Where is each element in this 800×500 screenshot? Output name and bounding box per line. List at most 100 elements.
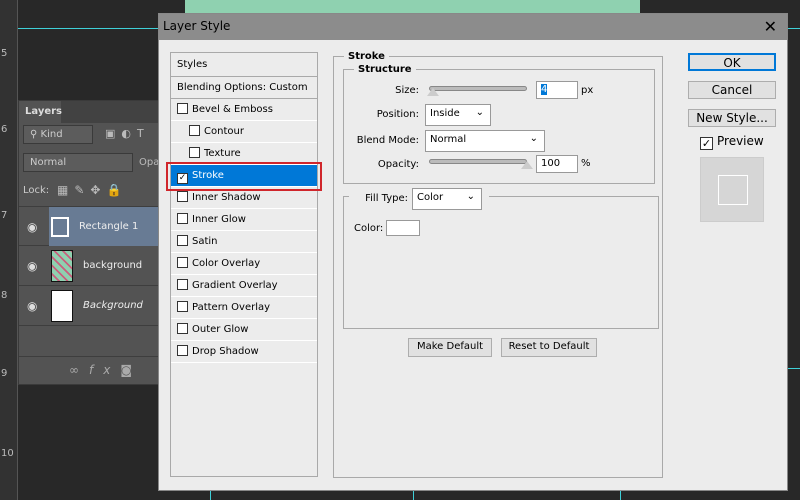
preview-label: Preview xyxy=(717,134,764,148)
filter-kind-select[interactable]: ⚲ Kind xyxy=(23,125,93,144)
effect-label: Inner Glow xyxy=(192,214,246,225)
effect-label: Color Overlay xyxy=(192,258,261,269)
kind-label: Kind xyxy=(40,129,63,140)
chevron-down-icon: ⌄ xyxy=(529,133,538,144)
ok-button[interactable]: OK xyxy=(688,53,776,71)
size-slider[interactable] xyxy=(429,86,527,91)
fill-type-select[interactable]: Color ⌄ xyxy=(412,188,482,210)
opacity-slider-handle[interactable] xyxy=(521,161,533,169)
blend-mode-select[interactable]: Normal ⌄ xyxy=(425,130,545,152)
layer-row[interactable]: ◉ Background xyxy=(19,286,161,326)
chevron-down-icon: ⌄ xyxy=(466,191,475,202)
fx-icon[interactable]: fx xyxy=(89,363,120,377)
layer-name: background xyxy=(83,260,143,271)
checkbox-icon[interactable] xyxy=(177,301,188,312)
layers-bottom-toolbar[interactable]: ∞fx◙ xyxy=(19,356,161,384)
size-value: 4 xyxy=(541,84,548,95)
effect-label: Satin xyxy=(192,236,218,247)
dialog-title: Layer Style xyxy=(163,19,231,33)
ruler-mark: 8 xyxy=(1,290,8,301)
blending-options-item[interactable]: Blending Options: Custom xyxy=(171,77,317,99)
checkbox-icon[interactable] xyxy=(177,257,188,268)
opacity-input[interactable]: 100 xyxy=(536,155,578,173)
effect-item-contour[interactable]: Contour xyxy=(171,121,317,143)
layer-row[interactable]: ◉ Rectangle 1 xyxy=(19,206,161,246)
effect-label: Contour xyxy=(204,126,244,137)
effect-label: Pattern Overlay xyxy=(192,302,271,313)
tab-layers[interactable]: Layers xyxy=(19,101,62,123)
checkbox-icon[interactable] xyxy=(177,323,188,334)
eye-icon[interactable]: ◉ xyxy=(27,299,37,313)
size-input[interactable]: 4 xyxy=(536,81,578,99)
effect-item-inner-glow[interactable]: Inner Glow xyxy=(171,209,317,231)
fill-group xyxy=(343,196,659,329)
canvas-image xyxy=(185,0,640,13)
eye-icon[interactable]: ◉ xyxy=(27,259,37,273)
effect-item-color-overlay[interactable]: Color Overlay xyxy=(171,253,317,275)
eye-icon[interactable]: ◉ xyxy=(27,220,37,234)
color-swatch[interactable] xyxy=(386,220,420,236)
checkbox-icon[interactable] xyxy=(177,103,188,114)
preview-thumbnail xyxy=(700,157,764,222)
dialog-titlebar[interactable]: Layer Style xyxy=(159,14,787,40)
effect-item-bevel-emboss[interactable]: Bevel & Emboss xyxy=(171,99,317,121)
layer-name: Background xyxy=(83,300,143,311)
guide-line xyxy=(210,490,211,500)
layer-style-dialog: Layer Style ✕ Styles Blending Options: C… xyxy=(158,13,788,491)
position-label: Position: xyxy=(376,109,419,120)
white-thumbnail xyxy=(51,290,73,322)
checkbox-icon[interactable] xyxy=(177,345,188,356)
mask-icon[interactable]: ◙ xyxy=(120,363,142,377)
layer-row[interactable]: ◉ background xyxy=(19,246,161,286)
link-icon[interactable]: ∞ xyxy=(69,363,89,377)
close-icon[interactable]: ✕ xyxy=(764,17,777,36)
guide-line xyxy=(620,490,621,500)
cancel-button[interactable]: Cancel xyxy=(688,81,776,99)
preview-checkbox[interactable]: ✓ Preview xyxy=(700,134,764,150)
filter-icons[interactable]: ▣◐T xyxy=(105,127,150,140)
size-label: Size: xyxy=(395,85,419,96)
position-select[interactable]: Inside ⌄ xyxy=(425,104,491,126)
effect-label: Outer Glow xyxy=(192,324,249,335)
checkbox-icon[interactable] xyxy=(177,191,188,202)
effect-item-satin[interactable]: Satin xyxy=(171,231,317,253)
styles-header[interactable]: Styles xyxy=(171,53,317,77)
ruler-mark: 9 xyxy=(1,368,8,379)
stroke-highlight-box xyxy=(166,162,322,191)
position-value: Inside xyxy=(430,108,460,119)
checkbox-icon[interactable] xyxy=(177,235,188,246)
new-style-button[interactable]: New Style... xyxy=(688,109,776,127)
styles-list: Styles Blending Options: Custom Bevel & … xyxy=(170,52,318,477)
pattern-thumbnail xyxy=(51,250,73,282)
effect-label: Gradient Overlay xyxy=(192,280,278,291)
checkbox-icon[interactable] xyxy=(177,279,188,290)
size-unit: px xyxy=(581,85,594,96)
ruler-mark: 7 xyxy=(1,210,8,221)
effect-item-outer-glow[interactable]: Outer Glow xyxy=(171,319,317,341)
structure-legend: Structure xyxy=(358,64,412,75)
ruler-mark: 5 xyxy=(1,48,8,59)
effect-item-pattern-overlay[interactable]: Pattern Overlay xyxy=(171,297,317,319)
stroke-legend: Stroke xyxy=(348,51,385,62)
effect-item-drop-shadow[interactable]: Drop Shadow xyxy=(171,341,317,363)
vertical-ruler: 5 6 7 8 9 10 xyxy=(0,0,18,500)
reset-to-default-button[interactable]: Reset to Default xyxy=(501,338,597,357)
opacity-label: Opacity: xyxy=(377,159,419,170)
layer-name: Rectangle 1 xyxy=(79,221,139,232)
color-label: Color: xyxy=(354,223,384,234)
size-slider-handle[interactable] xyxy=(427,88,439,96)
blend-mode-select[interactable]: Normal xyxy=(23,153,133,172)
chevron-down-icon: ⌄ xyxy=(475,107,484,118)
make-default-button[interactable]: Make Default xyxy=(408,338,492,357)
effect-label: Texture xyxy=(204,148,241,159)
layers-panel: Layers ⚲ Kind ▣◐T Normal Opa Lock: ▦✎✥🔒 … xyxy=(18,100,161,385)
effect-item-gradient-overlay[interactable]: Gradient Overlay xyxy=(171,275,317,297)
search-icon: ⚲ xyxy=(30,129,41,140)
lock-icons[interactable]: ▦✎✥🔒 xyxy=(57,183,127,197)
effect-label: Bevel & Emboss xyxy=(192,104,273,115)
opacity-slider[interactable] xyxy=(429,159,527,164)
lock-label: Lock: xyxy=(23,185,50,196)
checkbox-icon[interactable] xyxy=(189,125,200,136)
checkbox-icon[interactable] xyxy=(189,147,200,158)
checkbox-icon[interactable] xyxy=(177,213,188,224)
